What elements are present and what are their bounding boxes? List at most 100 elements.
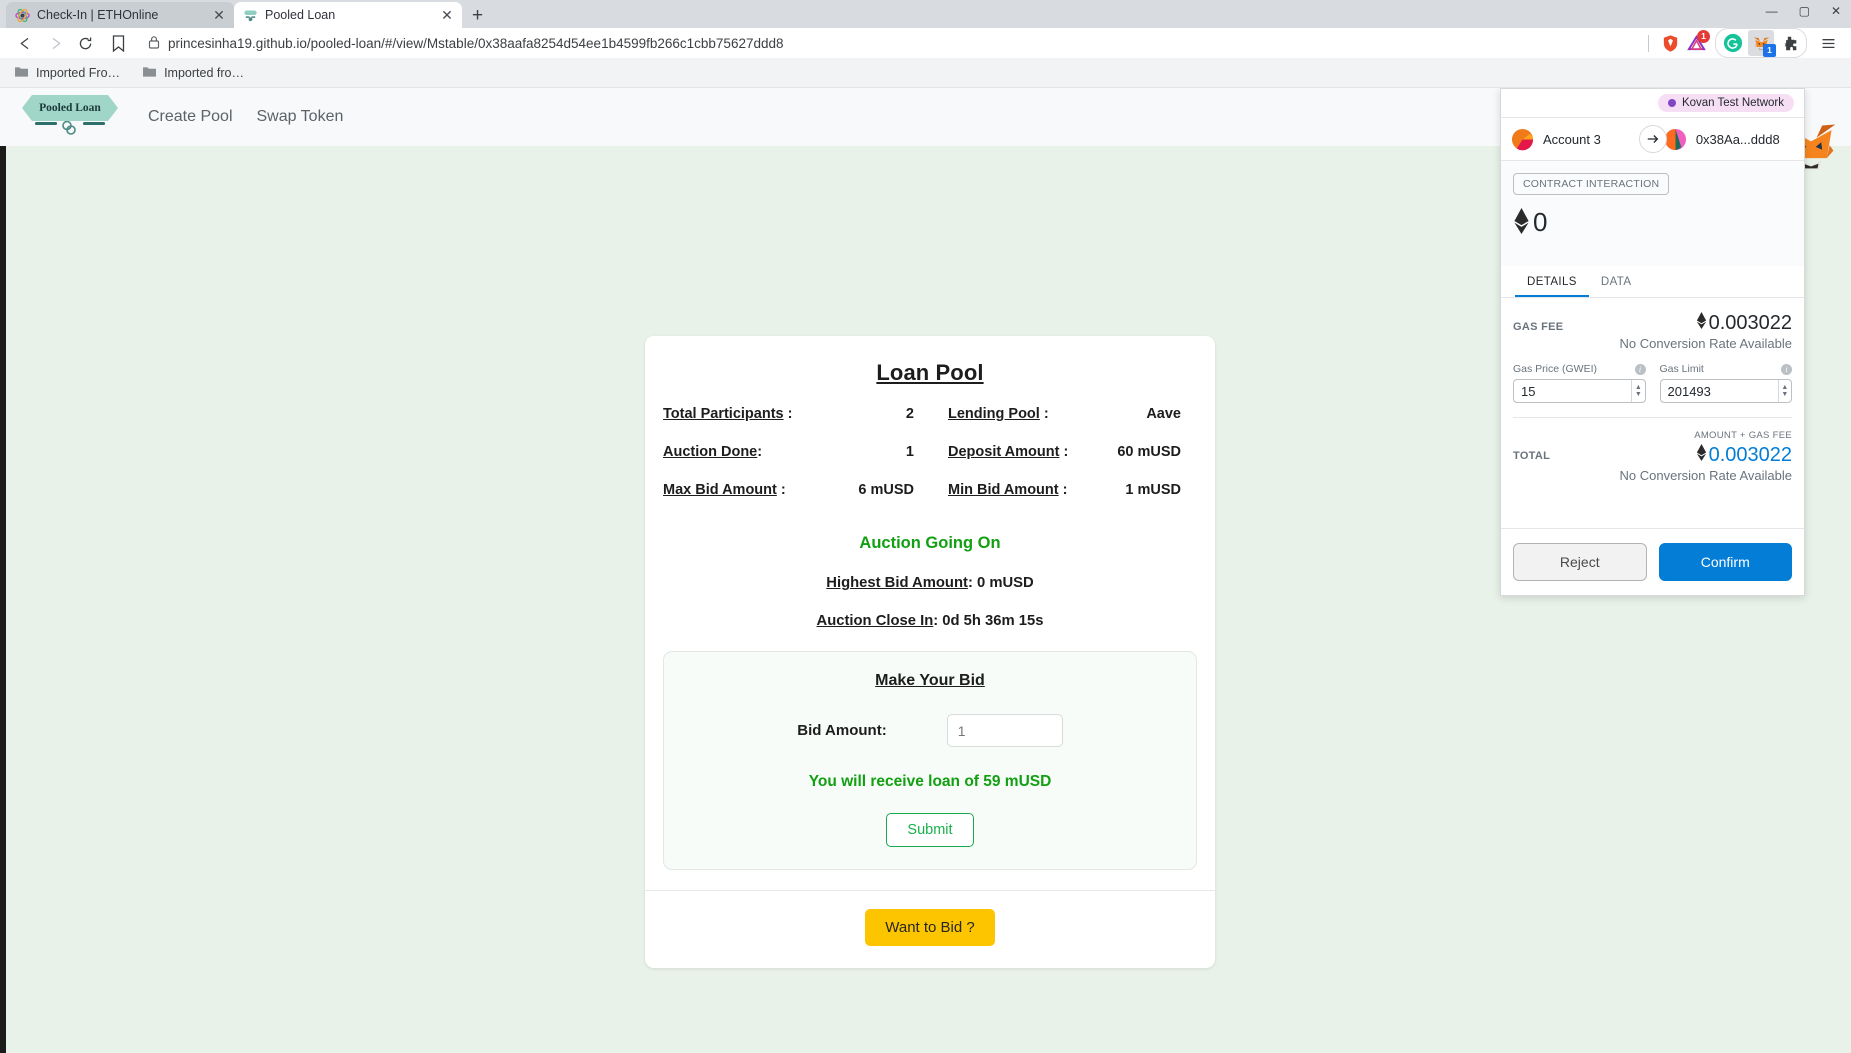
stat-separator: :	[1063, 444, 1069, 460]
tab-close-icon[interactable]: ✕	[212, 8, 226, 22]
gas-limit-input[interactable]	[1660, 380, 1778, 402]
bookmark-icon[interactable]	[104, 34, 132, 52]
stat-label: Total Participants	[663, 406, 784, 422]
metamask-confirmation-popup: Kovan Test Network Account 3 0x38Aa...dd…	[1500, 88, 1805, 596]
reload-icon[interactable]	[70, 30, 100, 56]
address-bar-url: princesinha19.github.io/pooled-loan/#/vi…	[168, 35, 784, 51]
bookmarks-bar: Imported Fro… Imported fro…	[0, 58, 1851, 88]
folder-icon	[14, 65, 29, 81]
info-icon[interactable]: i	[1781, 363, 1792, 375]
new-tab-button[interactable]: +	[472, 6, 483, 25]
stat-max-bid-amount: Max Bid Amount : 6 mUSD	[663, 482, 930, 498]
stat-label: Auction Done	[663, 444, 758, 460]
auction-close-value: : 0d 5h 36m 15s	[933, 613, 1044, 629]
nav-link-create-pool[interactable]: Create Pool	[148, 108, 233, 126]
from-account[interactable]: Account 3	[1511, 128, 1630, 151]
gas-limit-stepper[interactable]: ▲ ▼	[1777, 380, 1791, 402]
brave-shields-icon[interactable]	[1657, 30, 1683, 56]
total-amount: 0.003022	[1708, 444, 1792, 466]
to-account-avatar-icon	[1664, 128, 1686, 150]
left-edge-strip	[0, 88, 6, 1053]
info-icon[interactable]: i	[1634, 363, 1646, 375]
stat-separator: :	[1062, 482, 1068, 498]
bid-amount-row: Bid Amount:	[664, 714, 1196, 747]
window-controls: — ▢ ✕	[1766, 5, 1841, 17]
browser-tab-pooled-loan[interactable]: Pooled Loan ✕	[234, 2, 462, 28]
bid-amount-label: Bid Amount:	[797, 722, 887, 739]
stepper-up-icon[interactable]: ▲	[1635, 384, 1642, 391]
amount-plus-gas-fee-label: AMOUNT + GAS FEE	[1694, 430, 1792, 441]
stat-label: Deposit Amount	[948, 444, 1060, 460]
stat-deposit-amount: Deposit Amount : 60 mUSD	[930, 444, 1197, 460]
want-to-bid-button[interactable]: Want to Bid ?	[865, 909, 995, 946]
toolbar-divider	[1648, 34, 1649, 52]
site-logo[interactable]: Pooled Loan	[22, 95, 118, 139]
stats-row: Total Participants : 2 Lending Pool : Aa…	[663, 406, 1197, 422]
tab-details[interactable]: DETAILS	[1515, 266, 1589, 297]
reject-button[interactable]: Reject	[1513, 543, 1647, 581]
metamask-fox-icon[interactable]: 1	[1748, 30, 1776, 57]
grammarly-icon[interactable]	[1720, 30, 1746, 56]
nav-link-swap-token[interactable]: Swap Token	[257, 108, 344, 126]
stats-row: Max Bid Amount : 6 mUSD Min Bid Amount :…	[663, 482, 1197, 498]
metamask-tabs: DETAILS DATA	[1501, 266, 1804, 298]
logo-ribbon-icon	[35, 121, 105, 135]
submit-bid-button[interactable]: Submit	[886, 813, 974, 847]
tab-close-icon[interactable]: ✕	[440, 8, 454, 22]
to-account-address: 0x38Aa...ddd8	[1695, 131, 1780, 147]
forward-arrow-icon[interactable]	[40, 30, 70, 56]
total-label: TOTAL	[1513, 450, 1551, 462]
browser-menu-icon[interactable]	[1815, 30, 1841, 56]
total-row: TOTAL AMOUNT + GAS FEE 0.003022 No Conve…	[1513, 417, 1792, 483]
toolbar-right-icons: 1 1	[1640, 28, 1841, 58]
extensions-puzzle-icon[interactable]	[1776, 30, 1802, 56]
bookmark-folder-2[interactable]: Imported fro…	[142, 65, 244, 81]
stat-separator: :	[787, 406, 793, 422]
address-bar[interactable]: princesinha19.github.io/pooled-loan/#/vi…	[136, 30, 1640, 56]
stepper-down-icon[interactable]: ▼	[1781, 391, 1788, 398]
stat-lending-pool: Lending Pool : Aave	[930, 406, 1197, 422]
gas-price-input[interactable]	[1514, 380, 1632, 402]
stat-auction-done: Auction Done: 1	[663, 444, 930, 460]
highest-bid-value: : 0 mUSD	[967, 575, 1034, 591]
window-minimize-button[interactable]: —	[1766, 5, 1778, 17]
metamask-tx-summary: CONTRACT INTERACTION 0	[1501, 161, 1804, 266]
stat-value: 60 mUSD	[1117, 444, 1181, 460]
stat-min-bid-amount: Min Bid Amount : 1 mUSD	[930, 482, 1197, 498]
stat-value: 2	[905, 406, 914, 422]
to-account[interactable]: 0x38Aa...ddd8	[1664, 128, 1794, 151]
browser-toolbar: princesinha19.github.io/pooled-loan/#/vi…	[0, 28, 1851, 58]
gas-price-stepper[interactable]: ▲ ▼	[1631, 380, 1644, 402]
stat-value: Aave	[1146, 406, 1181, 422]
browser-window: Check-In | ETHOnline ✕ Pooled Loan ✕ + —…	[0, 0, 1851, 1053]
network-badge[interactable]: Kovan Test Network	[1657, 94, 1794, 112]
gas-inputs: Gas Price (GWEI) i ▲ ▼	[1513, 363, 1792, 403]
ethereum-diamond-icon	[1513, 208, 1530, 237]
stepper-down-icon[interactable]: ▼	[1635, 391, 1642, 398]
pooled-loan-favicon-icon	[243, 8, 258, 23]
window-close-button[interactable]: ✕	[1831, 5, 1841, 17]
highest-bid-row: Highest Bid Amount: 0 mUSD	[645, 575, 1215, 591]
extensions-group: 1	[1715, 28, 1807, 58]
stat-value: 1	[905, 444, 914, 460]
back-arrow-icon[interactable]	[10, 30, 40, 56]
card-footer: Want to Bid ?	[645, 890, 1215, 968]
bid-amount-input[interactable]	[946, 714, 1063, 747]
site-logo-text: Pooled Loan	[22, 95, 118, 121]
make-bid-title: Make Your Bid	[875, 672, 985, 689]
window-maximize-button[interactable]: ▢	[1799, 5, 1810, 17]
folder-icon	[142, 65, 157, 81]
ethereum-diamond-icon	[1696, 312, 1707, 335]
stepper-up-icon[interactable]: ▲	[1781, 384, 1788, 391]
make-bid-panel: Make Your Bid Bid Amount: You will recei…	[663, 651, 1197, 870]
browser-tab-ethonline[interactable]: Check-In | ETHOnline ✕	[6, 2, 234, 28]
total-conversion-note: No Conversion Rate Available	[1619, 468, 1792, 483]
stat-value: 6 mUSD	[858, 482, 914, 498]
bookmark-folder-1[interactable]: Imported Fro…	[14, 65, 120, 81]
tab-data[interactable]: DATA	[1589, 266, 1644, 297]
extension-triangle-icon[interactable]: 1	[1683, 30, 1710, 56]
tx-amount-value: 0	[1533, 207, 1548, 237]
gas-price-label: Gas Price (GWEI)	[1513, 363, 1598, 375]
confirm-button[interactable]: Confirm	[1658, 543, 1792, 581]
loan-pool-card: Loan Pool Total Participants : 2 Lending…	[645, 336, 1215, 968]
